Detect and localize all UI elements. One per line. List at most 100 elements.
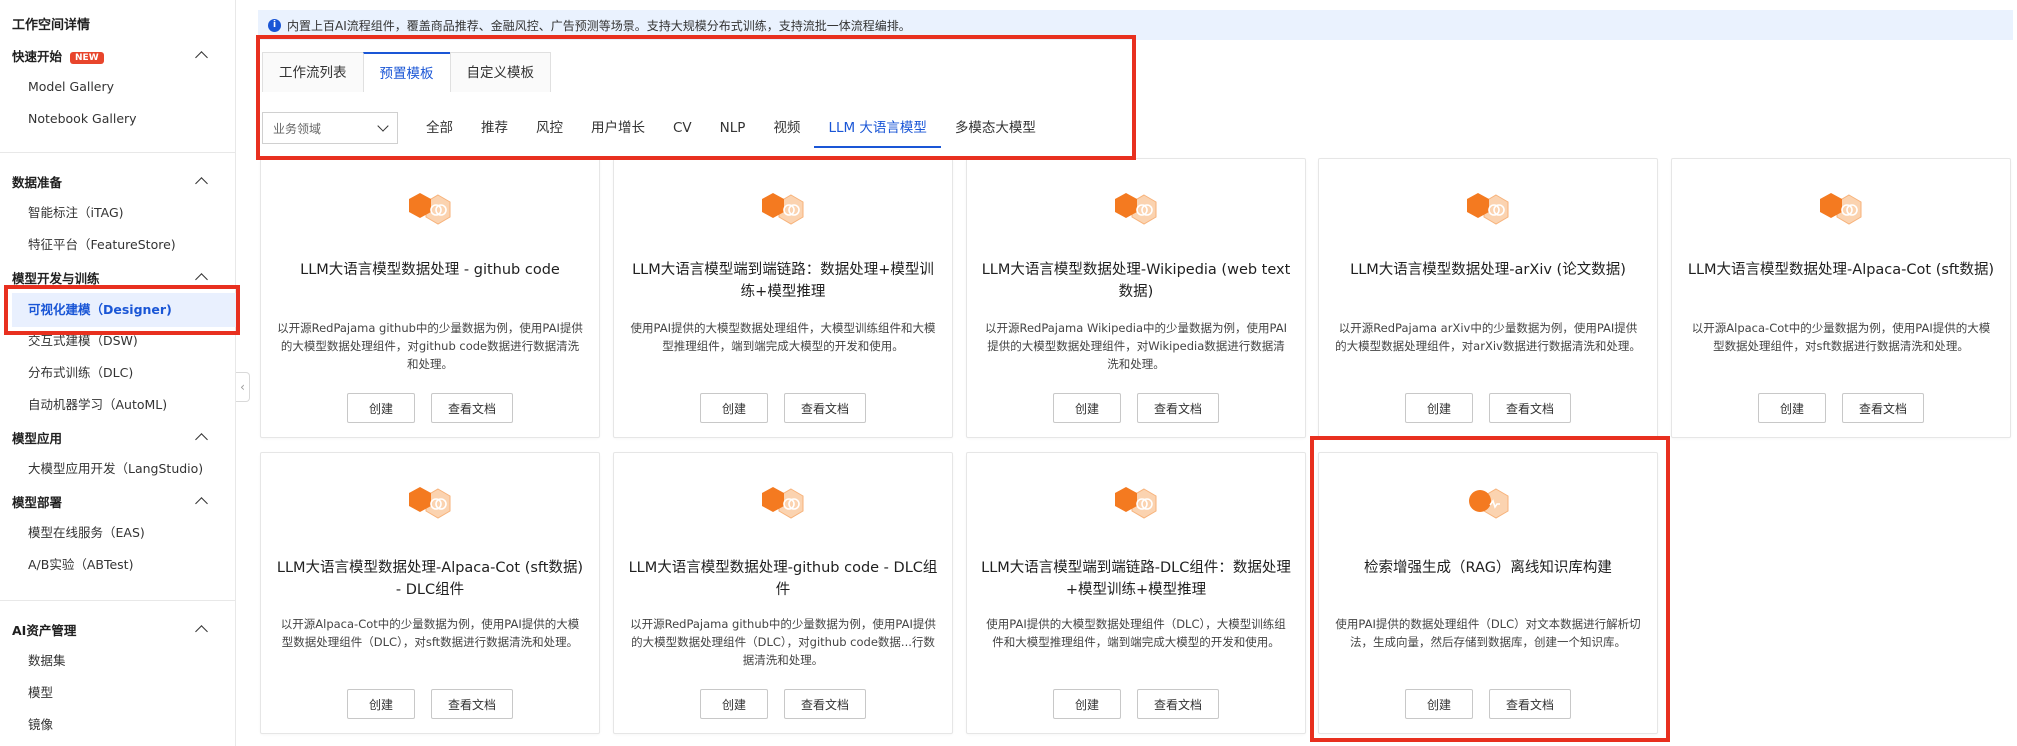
template-card[interactable]: LLM大语言模型数据处理 - github code 以开源RedPajama g… [260, 158, 600, 438]
chevron-up-icon[interactable] [195, 433, 208, 446]
sidebar-item-images[interactable]: 镜像 [28, 714, 53, 736]
tab-workflow-list[interactable]: 工作流列表 [262, 52, 364, 92]
sidebar-group-model-app[interactable]: 模型应用 [12, 426, 210, 448]
template-hexagon-icon [1458, 189, 1518, 233]
template-card-actions: 创建 查看文档 [261, 689, 599, 719]
template-hexagon-icon [400, 483, 460, 527]
sidebar-item-langstudio[interactable]: 大模型应用开发（LangStudio) [28, 458, 203, 480]
template-card-actions: 创建 查看文档 [1672, 393, 2010, 423]
template-card-description: 使用PAI提供的大模型数据处理组件，大模型训练组件和大模型推理组件，端到端完成大… [630, 321, 936, 353]
group-label: 模型开发与训练 [12, 270, 100, 286]
template-card-title: 检索增强生成（RAG）离线知识库构建 [1364, 560, 1612, 576]
template-card-description: 以开源RedPajama arXiv中的少量数据为例，使用PAI提供的大模型数据… [1335, 321, 1641, 353]
template-card-description: 以开源RedPajama github中的少量数据为例，使用PAI提供的大模型数… [277, 321, 583, 371]
group-label: AI资产管理 [12, 622, 77, 638]
sidebar-item-automl[interactable]: 自动机器学习（AutoML) [28, 394, 167, 416]
template-card[interactable]: LLM大语言模型端到端链路-DLC组件：数据处理+模型训练+模型推理 使用PAI提… [966, 452, 1306, 734]
sidebar-item-datasets[interactable]: 数据集 [28, 650, 66, 672]
template-card[interactable]: LLM大语言模型数据处理-arXiv (论文数据) 以开源RedPajama ar… [1318, 158, 1658, 438]
create-button[interactable]: 创建 [1053, 689, 1121, 719]
template-card-description: 以开源RedPajama github中的少量数据为例，使用PAI提供的大模型数… [630, 617, 936, 667]
sidebar-item-eas[interactable]: 模型在线服务（EAS) [28, 522, 145, 544]
create-button[interactable]: 创建 [347, 689, 415, 719]
view-docs-button[interactable]: 查看文档 [784, 689, 866, 719]
chevron-up-icon[interactable] [195, 273, 208, 286]
chevron-up-icon[interactable] [195, 51, 208, 64]
create-button[interactable]: 创建 [347, 393, 415, 423]
sidebar-item-models[interactable]: 模型 [28, 682, 53, 704]
template-card-actions: 创建 查看文档 [967, 689, 1305, 719]
template-card[interactable]: LLM大语言模型数据处理-github code - DLC组件以开源RedPa… [613, 452, 953, 734]
category-llm[interactable]: LLM 大语言模型 [814, 110, 941, 148]
sidebar-item-model-gallery[interactable]: Model Gallery [28, 76, 114, 98]
category-tabs: 全部 推荐 风控 用户增长 CV NLP 视频 LLM 大语言模型 多模态大模型 [412, 110, 1050, 148]
info-notice: i 内置上百AI流程组件，覆盖商品推荐、金融风控、广告预测等场景。支持大规模分布… [258, 10, 2013, 40]
category-risk[interactable]: 风控 [522, 110, 577, 148]
sidebar-group-ai-assets[interactable]: AI资产管理 [12, 618, 210, 640]
category-all[interactable]: 全部 [412, 110, 467, 148]
create-button[interactable]: 创建 [700, 393, 768, 423]
view-docs-button[interactable]: 查看文档 [1137, 393, 1219, 423]
chevron-up-icon[interactable] [195, 177, 208, 190]
group-label: 快速开始 [12, 48, 63, 64]
view-docs-button[interactable]: 查看文档 [431, 689, 513, 719]
new-badge: NEW [70, 51, 104, 64]
category-user-growth[interactable]: 用户增长 [577, 110, 659, 148]
template-card-title: LLM大语言模型数据处理-github code - DLC组件 [628, 560, 938, 598]
sidebar-group-quick-start[interactable]: 快速开始 NEW [12, 44, 210, 66]
sidebar-group-data-prep[interactable]: 数据准备 [12, 170, 210, 192]
view-docs-button[interactable]: 查看文档 [1137, 689, 1219, 719]
template-hexagon-icon [1106, 483, 1166, 527]
category-recommend[interactable]: 推荐 [467, 110, 522, 148]
template-card[interactable]: LLM大语言模型数据处理-Wikipedia (web text数据) 以开源Re… [966, 158, 1306, 438]
template-hexagon-icon [753, 483, 813, 527]
sidebar-item-dsw[interactable]: 交互式建模（DSW) [28, 330, 138, 352]
sidebar-item-designer[interactable]: 可视化建模（Designer) [12, 293, 236, 327]
category-video[interactable]: 视频 [759, 110, 814, 148]
chevron-down-icon [377, 120, 389, 132]
template-card[interactable]: LLM大语言模型数据处理-Alpaca-Cot (sft数据) - DLC组件以… [260, 452, 600, 734]
domain-select[interactable]: 业务领域 [262, 112, 398, 144]
template-card-description: 使用PAI提供的数据处理组件（DLC）对文本数据进行解析切法，生成向量，然后存储… [1335, 617, 1641, 649]
chevron-up-icon[interactable] [195, 625, 208, 638]
chevron-up-icon[interactable] [195, 497, 208, 510]
divider [0, 600, 236, 601]
tab-preset-templates[interactable]: 预置模板 [362, 52, 451, 92]
sidebar: 工作空间详情 快速开始 NEW Model Gallery Notebook Ga… [0, 0, 236, 746]
template-card-title: LLM大语言模型端到端链路：数据处理+模型训练+模型推理 [632, 262, 934, 300]
category-multimodal[interactable]: 多模态大模型 [941, 110, 1050, 148]
template-card-description: 使用PAI提供的大模型数据处理组件（DLC），大模型训练组件和大模型推理组件，端… [986, 617, 1286, 649]
category-nlp[interactable]: NLP [706, 110, 760, 148]
sidebar-item-featurestore[interactable]: 特征平台（FeatureStore) [28, 234, 176, 256]
template-card-actions: 创建 查看文档 [1319, 689, 1657, 719]
template-hexagon-icon [1458, 483, 1518, 527]
create-button[interactable]: 创建 [700, 689, 768, 719]
sidebar-item-dlc[interactable]: 分布式训练（DLC) [28, 362, 133, 384]
sidebar-group-model-dev[interactable]: 模型开发与训练 [12, 266, 210, 288]
create-button[interactable]: 创建 [1405, 393, 1473, 423]
sidebar-collapse-button[interactable]: ‹ [236, 372, 250, 402]
template-card[interactable]: 检索增强生成（RAG）离线知识库构建使用PAI提供的数据处理组件（DLC）对文本… [1318, 452, 1658, 734]
create-button[interactable]: 创建 [1405, 689, 1473, 719]
chevron-left-icon: ‹ [240, 380, 245, 394]
category-cv[interactable]: CV [659, 110, 706, 148]
template-card-title: LLM大语言模型数据处理 - github code [300, 262, 560, 278]
create-button[interactable]: 创建 [1053, 393, 1121, 423]
sidebar-group-deploy[interactable]: 模型部署 [12, 490, 210, 512]
view-docs-button[interactable]: 查看文档 [1842, 393, 1924, 423]
sidebar-item-abtest[interactable]: A/B实验（ABTest) [28, 554, 133, 576]
create-button[interactable]: 创建 [1758, 393, 1826, 423]
view-docs-button[interactable]: 查看文档 [1489, 393, 1571, 423]
template-card-description: 以开源Alpaca-Cot中的少量数据为例，使用PAI提供的大模型数据处理组件，… [1691, 321, 1991, 353]
view-docs-button[interactable]: 查看文档 [1489, 689, 1571, 719]
template-card[interactable]: LLM大语言模型端到端链路：数据处理+模型训练+模型推理使用PAI提供的大模型数… [613, 158, 953, 438]
sidebar-item-notebook-gallery[interactable]: Notebook Gallery [28, 108, 137, 130]
info-icon: i [268, 18, 281, 32]
view-docs-button[interactable]: 查看文档 [784, 393, 866, 423]
tab-custom-templates[interactable]: 自定义模板 [449, 52, 551, 92]
view-docs-button[interactable]: 查看文档 [431, 393, 513, 423]
template-card-actions: 创建 查看文档 [1319, 393, 1657, 423]
template-card[interactable]: LLM大语言模型数据处理-Alpaca-Cot (sft数据) 以开源Alpaca… [1671, 158, 2011, 438]
sidebar-item-itag[interactable]: 智能标注（iTAG) [28, 202, 124, 224]
group-label: 模型应用 [12, 430, 63, 446]
